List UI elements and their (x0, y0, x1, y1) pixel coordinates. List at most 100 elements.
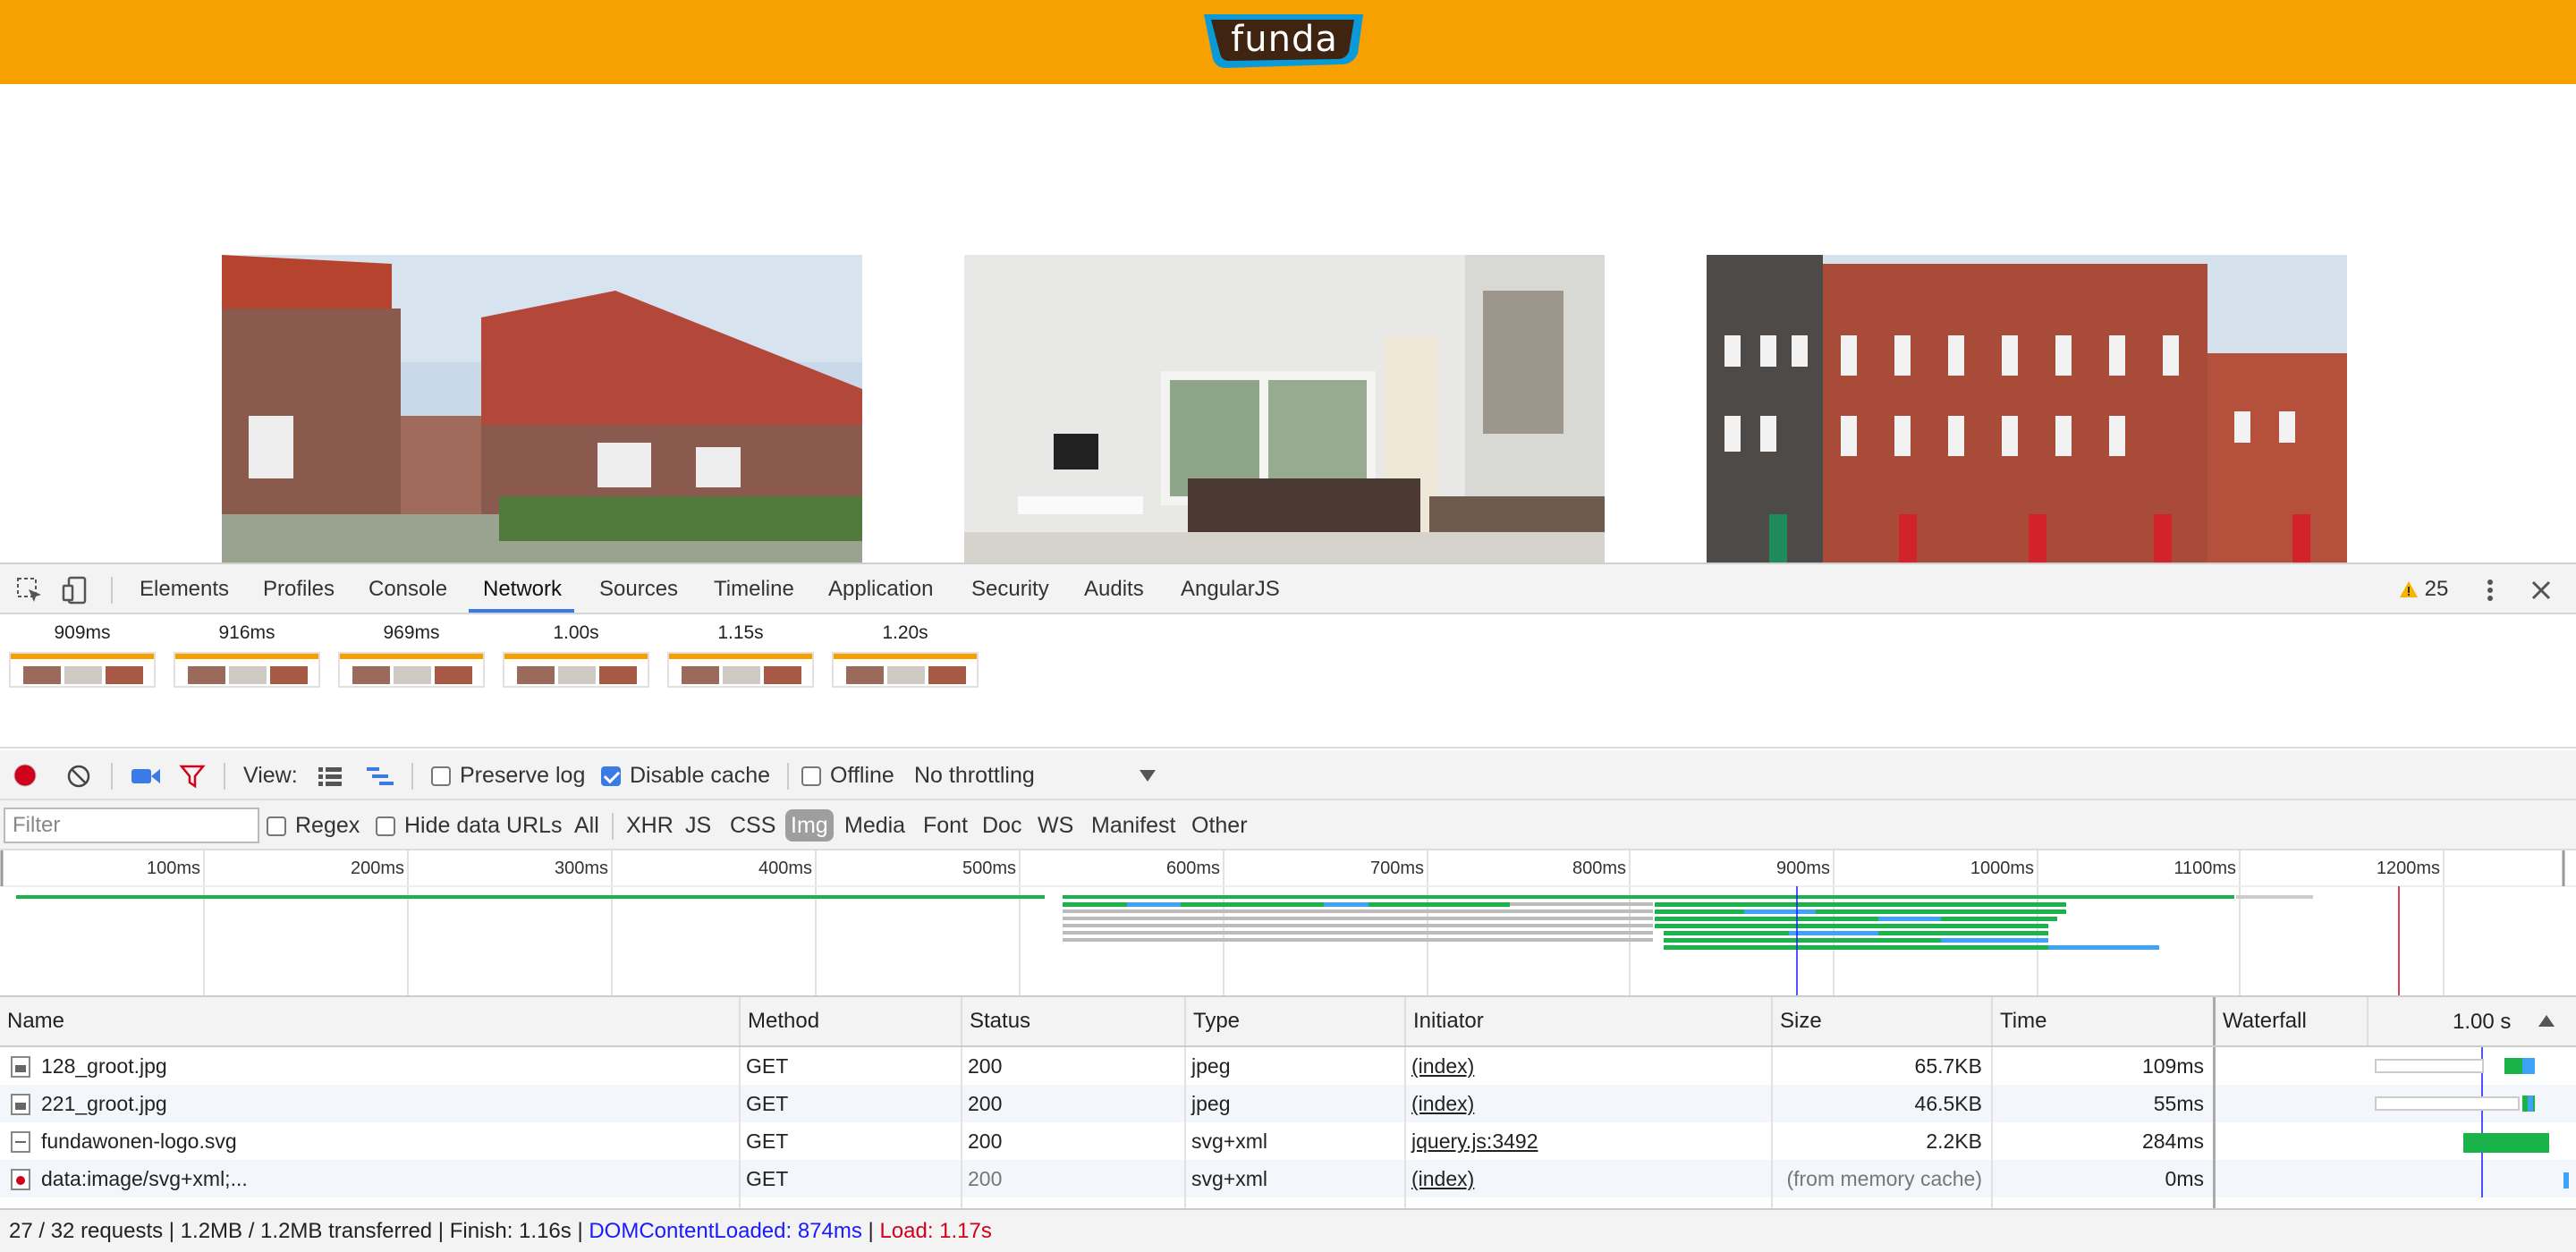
clear-icon[interactable] (66, 764, 91, 789)
column-type[interactable]: Type (1184, 997, 1404, 1045)
tab-profiles[interactable]: Profiles (263, 564, 335, 614)
column-time[interactable]: Time (1991, 997, 2213, 1045)
column-size[interactable]: Size (1771, 997, 1991, 1045)
overview-tick: 800ms (1572, 859, 1626, 878)
request-initiator-link[interactable]: (index) (1404, 1160, 1771, 1197)
request-status: 200 (968, 1054, 1003, 1078)
type-filter-manifest[interactable]: Manifest (1088, 809, 1179, 842)
document-file-icon (11, 1131, 30, 1153)
regex-label: Regex (295, 813, 360, 838)
frame-thumbnail (338, 652, 485, 688)
filmstrip-frame[interactable]: 969ms (338, 614, 485, 688)
request-type: svg+xml (1191, 1167, 1267, 1190)
disable-cache-checkbox[interactable]: Disable cache (601, 750, 770, 800)
tab-timeline[interactable]: Timeline (714, 564, 794, 614)
request-name: data:image/svg+xml;... (41, 1167, 248, 1190)
type-filter-img[interactable]: Img (785, 809, 834, 842)
funda-logo[interactable]: funda (1199, 9, 1370, 73)
disable-cache-box[interactable] (601, 766, 621, 786)
tab-console[interactable]: Console (369, 564, 447, 614)
tab-audits[interactable]: Audits (1084, 564, 1144, 614)
warnings-counter[interactable]: 25 (2399, 564, 2448, 614)
frame-thumbnail (9, 652, 156, 688)
type-filter-other[interactable]: Other (1188, 809, 1251, 842)
overview-tick: 500ms (962, 859, 1016, 878)
type-filter-css[interactable]: CSS (726, 809, 779, 842)
filmstrip-frame[interactable]: 1.20s (832, 614, 979, 688)
toolbar-separator (787, 763, 789, 790)
filter-input[interactable] (4, 808, 259, 843)
tab-elements[interactable]: Elements (140, 564, 229, 614)
tab-security[interactable]: Security (971, 564, 1049, 614)
hide-data-urls-checkbox[interactable]: Hide data URLs (376, 800, 562, 850)
filmstrip-frame[interactable]: 1.15s (667, 614, 814, 688)
type-filter-doc[interactable]: Doc (979, 809, 1025, 842)
living-room-photo[interactable] (964, 255, 1605, 563)
large-rows-icon[interactable] (317, 765, 343, 788)
offline-checkbox[interactable]: Offline (801, 750, 894, 800)
request-status: 200 (968, 1092, 1003, 1115)
capture-screenshots-icon[interactable] (131, 765, 161, 788)
network-overview[interactable]: 100ms 200ms 300ms 400ms 500ms 600ms 700m… (0, 850, 2576, 997)
request-initiator-link[interactable]: (index) (1404, 1047, 1771, 1085)
filter-separator (612, 813, 614, 840)
type-filter-ws[interactable]: WS (1034, 809, 1077, 842)
column-name[interactable]: Name (0, 997, 739, 1045)
request-time: 0ms (2165, 1167, 2204, 1190)
table-row[interactable]: data:image/svg+xml;... GET 200 svg+xml (… (0, 1160, 2576, 1197)
overview-graph: 100ms 200ms 300ms 400ms 500ms 600ms 700m… (0, 850, 2576, 995)
offline-label: Offline (830, 763, 894, 788)
overview-waterfall-icon[interactable] (365, 765, 395, 788)
chevron-down-icon[interactable] (1140, 770, 1156, 782)
type-filter-media[interactable]: Media (841, 809, 909, 842)
site-header: funda (0, 0, 2576, 84)
load-time: Load: 1.17s (879, 1219, 992, 1243)
request-method: GET (746, 1054, 789, 1078)
regex-checkbox[interactable]: Regex (267, 800, 360, 850)
table-row[interactable]: 128_groot.jpg GET 200 jpeg (index) 65.7K… (0, 1047, 2576, 1085)
table-row[interactable]: 221_groot.jpg GET 200 jpeg (index) 46.5K… (0, 1085, 2576, 1122)
tab-application[interactable]: Application (828, 564, 933, 614)
devtools-panel: Elements Profiles Console Network Source… (0, 563, 2576, 1252)
type-filter-all[interactable]: All (571, 809, 603, 842)
filmstrip-frame[interactable]: 916ms (174, 614, 320, 688)
toolbar-separator (224, 763, 225, 790)
overview-tick: 700ms (1370, 859, 1424, 878)
device-toolbar-icon[interactable] (61, 575, 91, 605)
tab-angularjs[interactable]: AngularJS (1181, 564, 1280, 614)
table-row[interactable]: fundawonen-logo.svg GET 200 svg+xml jque… (0, 1122, 2576, 1160)
request-size: 2.2KB (1926, 1129, 1982, 1153)
type-filter-js[interactable]: JS (682, 809, 715, 842)
column-initiator[interactable]: Initiator (1404, 997, 1771, 1045)
record-icon[interactable] (13, 763, 38, 788)
house-photo-exterior[interactable] (222, 255, 862, 563)
preserve-log-checkbox[interactable]: Preserve log (431, 750, 585, 800)
type-filter-font[interactable]: Font (919, 809, 971, 842)
type-filter-xhr[interactable]: XHR (623, 809, 677, 842)
request-time: 109ms (2141, 1054, 2204, 1078)
tab-network[interactable]: Network (483, 564, 562, 614)
sort-ascending-icon[interactable] (2538, 1015, 2555, 1027)
column-method[interactable]: Method (739, 997, 961, 1045)
inspect-element-icon[interactable] (14, 575, 45, 605)
column-status[interactable]: Status (961, 997, 1184, 1045)
frame-thumbnail (832, 652, 979, 688)
column-waterfall[interactable]: Waterfall (2213, 997, 2367, 1045)
regex-box[interactable] (267, 816, 286, 836)
offline-box[interactable] (801, 766, 821, 786)
throttling-select[interactable]: No throttling (914, 750, 1035, 800)
request-initiator-link[interactable]: jquery.js:3492 (1404, 1122, 1771, 1160)
hide-data-urls-box[interactable] (376, 816, 395, 836)
request-time: 55ms (2153, 1092, 2204, 1115)
filmstrip-frame[interactable]: 1.00s (503, 614, 649, 688)
preserve-log-box[interactable] (431, 766, 451, 786)
dom-content-loaded: DOMContentLoaded: 874ms (589, 1219, 862, 1243)
filter-icon[interactable] (179, 763, 206, 790)
tab-sources[interactable]: Sources (599, 564, 678, 614)
row-houses-photo[interactable] (1707, 255, 2347, 563)
filmstrip-frame[interactable]: 909ms (9, 614, 156, 688)
more-options-icon[interactable] (2478, 577, 2503, 604)
request-initiator-link[interactable]: (index) (1404, 1085, 1771, 1122)
overview-tick: 1000ms (1970, 859, 2034, 878)
close-devtools-icon[interactable] (2528, 577, 2555, 604)
